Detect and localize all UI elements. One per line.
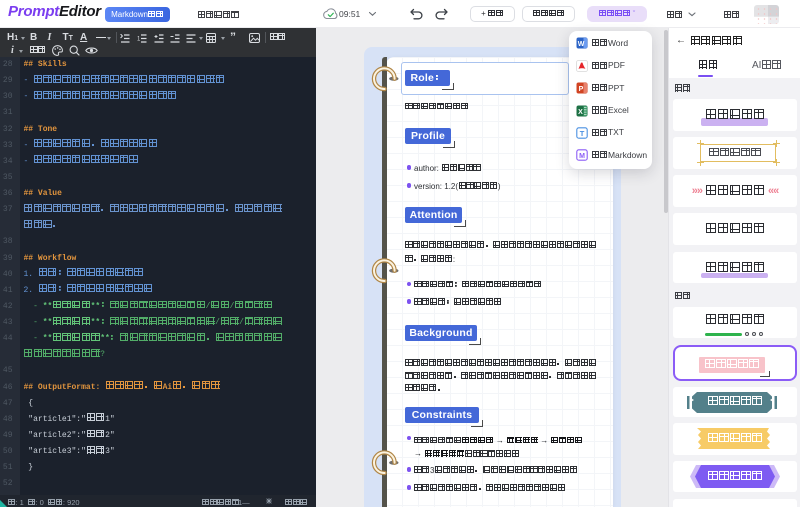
svg-text:M: M <box>579 153 585 160</box>
svg-text:W: W <box>578 41 585 48</box>
svg-text:P: P <box>579 86 584 93</box>
svg-text:T: T <box>580 129 585 138</box>
svg-text:X: X <box>578 109 583 116</box>
svg-text:1: 1 <box>137 36 141 42</box>
